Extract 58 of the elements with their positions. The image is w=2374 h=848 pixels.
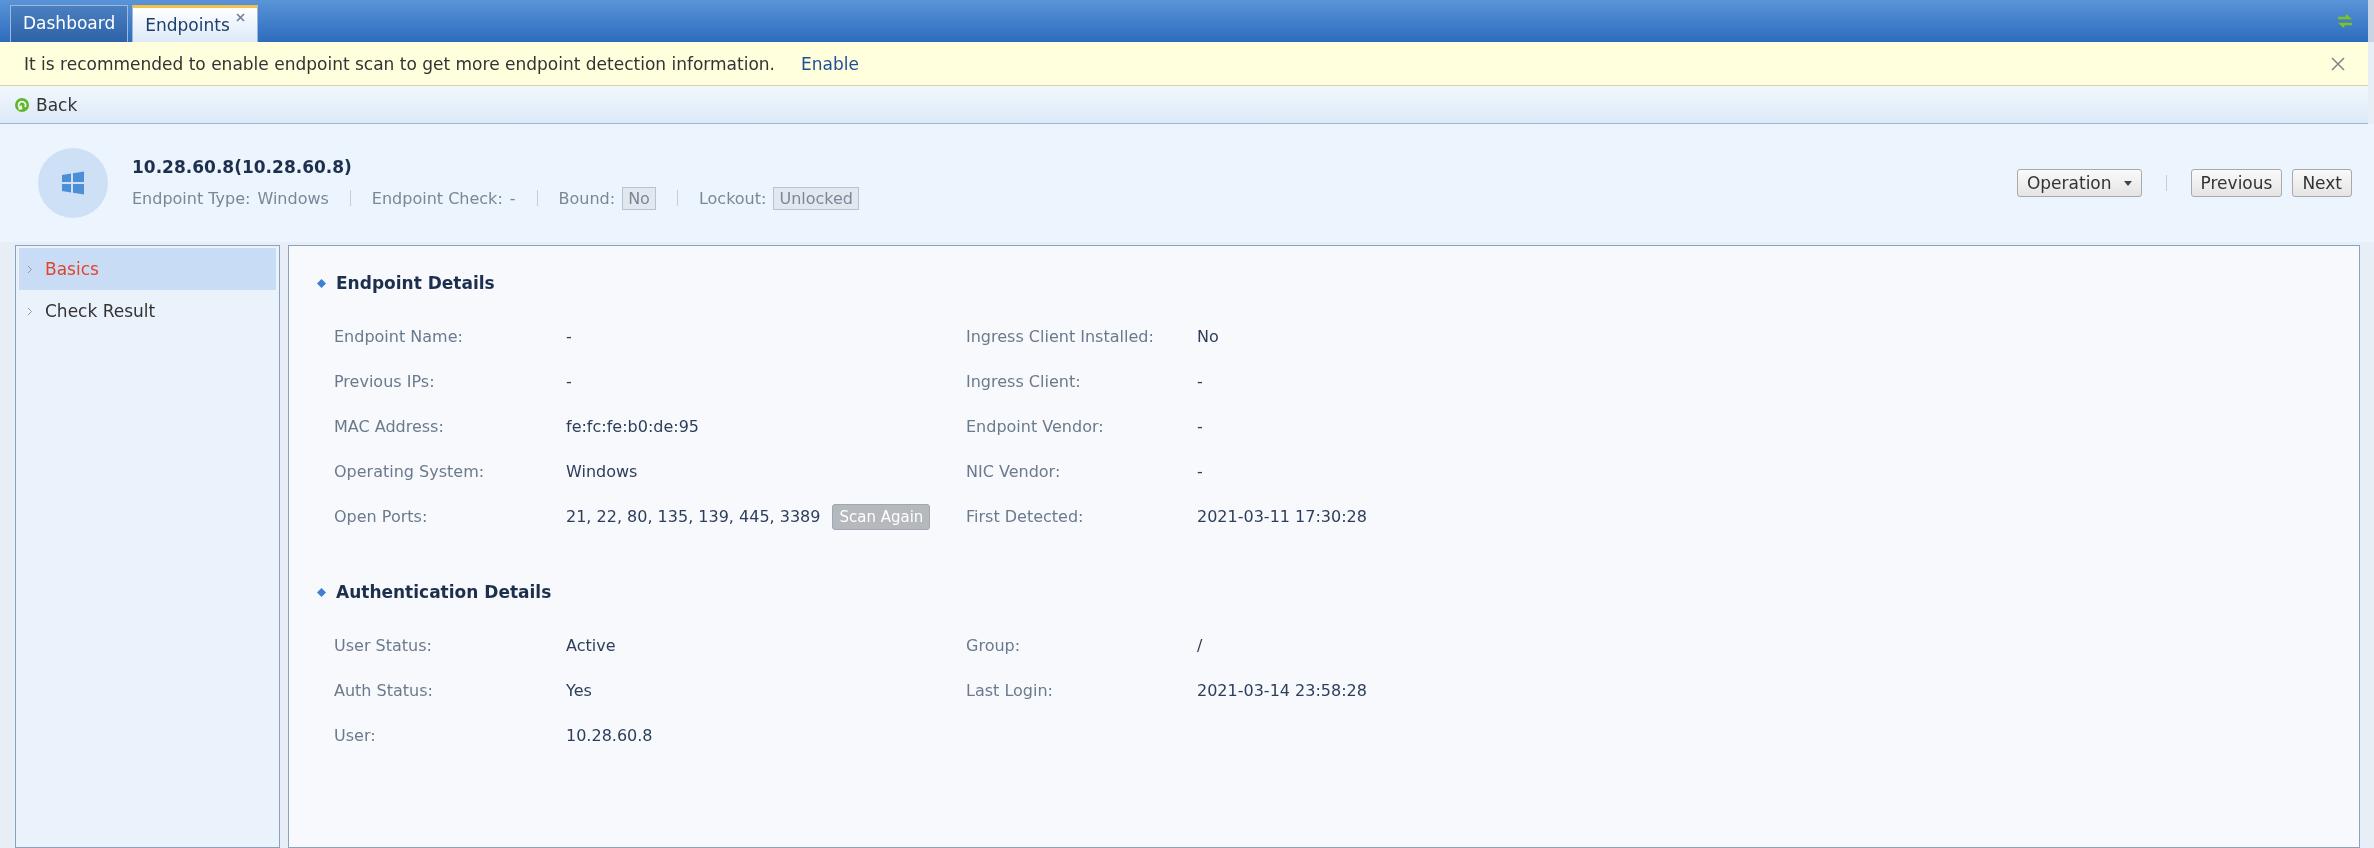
field-label: NIC Vendor: — [966, 462, 1062, 481]
section-title: Authentication Details — [336, 582, 552, 602]
field-label: Open Ports: — [334, 507, 429, 526]
field-label: Auth Status: — [334, 681, 434, 700]
field-value: - — [1197, 417, 1203, 436]
field-label: Operating System: — [334, 462, 486, 481]
field-label: User: — [334, 726, 377, 745]
back-button[interactable]: Back — [14, 94, 78, 115]
sidebar-item[interactable]: Check Result — [19, 290, 276, 332]
notice-text: It is recommended to enable endpoint scan to get more endpoint detection information. — [24, 53, 775, 74]
field-value: / — [1197, 636, 1203, 655]
close-icon[interactable] — [235, 13, 245, 22]
field-value: Active — [566, 636, 616, 655]
field-label: First Detected: — [966, 507, 1085, 526]
field-value: 10.28.60.8 — [566, 726, 653, 745]
field-label: User Status: — [334, 636, 433, 655]
nav-button[interactable]: Next — [2292, 169, 2352, 197]
field-value: - — [1197, 372, 1203, 391]
field-label: Endpoint Name: — [334, 327, 464, 346]
field-value: 2021-03-11 17:30:28 — [1197, 507, 1367, 526]
meta-value: - — [509, 188, 516, 208]
field-label: Endpoint Vendor: — [966, 417, 1105, 436]
field-value: 2021-03-14 23:58:28 — [1197, 681, 1367, 700]
field-value: - — [1197, 462, 1203, 481]
nav-button[interactable]: Previous — [2190, 169, 2283, 197]
tab[interactable]: Dashboard — [10, 5, 129, 42]
field-label: MAC Address: — [334, 417, 445, 436]
close-icon[interactable] — [2330, 55, 2346, 72]
caret-icon — [2123, 180, 2132, 186]
field-label: Ingress Client Installed: — [966, 327, 1155, 346]
chevron-icon — [27, 306, 33, 316]
diamond-icon — [317, 278, 326, 288]
meta-label: Lockout: — [698, 188, 767, 208]
tab[interactable]: Endpoints — [132, 5, 258, 42]
operation-dropdown[interactable]: Operation — [2016, 169, 2142, 197]
field-value: No — [1197, 327, 1219, 346]
field-value: - — [566, 327, 572, 346]
field-label: Last Login: — [966, 681, 1054, 700]
meta-label: Endpoint Type: — [132, 188, 251, 208]
field-value: - — [566, 372, 572, 391]
field-value: Yes — [566, 681, 592, 700]
status-tag: Unlocked — [773, 186, 859, 210]
meta-label: Endpoint Check: — [371, 188, 503, 208]
field-label: Group: — [966, 636, 1022, 655]
field-value: Windows — [566, 462, 638, 481]
field-value: fe:fc:fe:b0:de:95 — [566, 417, 700, 436]
meta-value: Windows — [257, 188, 329, 208]
endpoint-title: 10.28.60.8(10.28.60.8) — [132, 156, 353, 177]
field-label: Previous IPs: — [334, 372, 436, 391]
field-value: 21, 22, 80, 135, 139, 445, 3389 — [566, 507, 821, 526]
diamond-icon — [317, 587, 326, 597]
status-tag: No — [622, 186, 656, 210]
enable-link[interactable]: Enable — [801, 53, 859, 74]
chevron-icon — [27, 264, 33, 274]
field-label: Ingress Client: — [966, 372, 1082, 391]
meta-label: Bound: — [558, 188, 616, 208]
section-title: Endpoint Details — [336, 273, 495, 293]
swap-arrows-icon[interactable] — [2336, 12, 2354, 30]
